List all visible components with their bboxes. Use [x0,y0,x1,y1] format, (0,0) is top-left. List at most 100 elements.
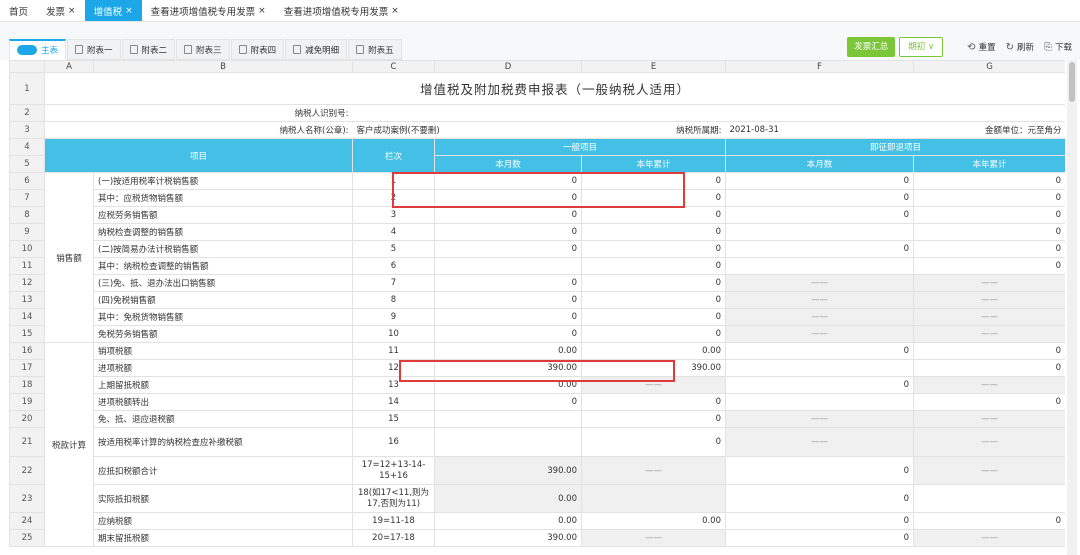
value-cell-e[interactable]: 0 [581,308,726,326]
value-cell-d[interactable]: 0 [434,291,582,309]
value-cell-g[interactable]: 0 [913,206,1065,224]
value-cell-f[interactable]: 0 [725,189,914,207]
top-tab-1[interactable]: 发票 × [37,0,85,21]
col-c-header[interactable]: C [352,60,435,73]
top-tab-4[interactable]: 查看进项增值税专用发票 × [275,0,408,21]
top-tab-0[interactable]: 首页 [0,0,37,21]
value-cell-d[interactable]: 0 [434,189,582,207]
value-cell-f[interactable]: —— [725,410,914,428]
value-cell-e[interactable]: 0 [581,291,726,309]
value-cell-f[interactable]: 0 [725,240,914,258]
value-cell-f[interactable]: 0 [725,172,914,190]
value-cell-f[interactable]: —— [725,325,914,343]
close-icon[interactable]: × [258,6,266,16]
value-cell-e[interactable]: 0 [581,172,726,190]
value-cell-e[interactable]: 0 [581,206,726,224]
value-cell-d[interactable]: 0 [434,240,582,258]
download-button[interactable]: ⎘ 下载 [1044,41,1072,53]
value-cell-g[interactable]: —— [913,376,1065,394]
value-cell-f[interactable]: 0 [725,342,914,360]
value-cell-e[interactable]: 0.00 [581,342,726,360]
top-tab-3[interactable]: 查看进项增值税专用发票 × [142,0,275,21]
value-cell-e[interactable]: 0.00 [581,512,726,530]
value-cell-f[interactable]: 0 [725,206,914,224]
value-cell-g[interactable]: 0 [913,342,1065,360]
value-cell-f[interactable] [725,223,914,241]
value-cell-g[interactable]: —— [913,308,1065,326]
period-dropdown[interactable]: 期初 ∨ [899,37,944,57]
col-e-header[interactable]: E [581,60,726,73]
sheet-tab-1[interactable]: 附表一 [67,39,121,60]
value-cell-f[interactable]: 0 [725,456,914,485]
refresh-button[interactable]: ↻ 刷新 [1006,41,1034,53]
value-cell-d[interactable]: 390.00 [434,456,582,485]
value-cell-g[interactable]: 0 [913,257,1065,275]
value-cell-e[interactable]: 390.00 [581,359,726,377]
value-cell-d[interactable] [434,427,582,457]
value-cell-e[interactable]: 0 [581,257,726,275]
value-cell-e[interactable]: 0 [581,393,726,411]
value-cell-d[interactable]: 0 [434,223,582,241]
value-cell-d[interactable]: 0 [434,308,582,326]
value-cell-e[interactable]: 0 [581,427,726,457]
value-cell-d[interactable]: 0 [434,172,582,190]
value-cell-g[interactable]: 0 [913,512,1065,530]
value-cell-d[interactable]: 0.00 [434,484,582,513]
value-cell-e[interactable]: 0 [581,240,726,258]
value-cell-g[interactable]: —— [913,325,1065,343]
close-icon[interactable]: × [125,6,133,16]
sheet-tab-4[interactable]: 附表四 [230,39,285,60]
value-cell-d[interactable]: 0 [434,325,582,343]
value-cell-f[interactable]: 0 [725,376,914,394]
sheet-tab-0[interactable]: 主表 [9,39,67,60]
corner-cell[interactable] [9,60,45,73]
value-cell-f[interactable] [725,393,914,411]
value-cell-g[interactable]: 0 [913,223,1065,241]
value-cell-e[interactable]: —— [581,376,726,394]
value-cell-f[interactable]: —— [725,427,914,457]
value-cell-g[interactable]: 0 [913,240,1065,258]
value-cell-f[interactable]: —— [725,308,914,326]
value-cell-e[interactable]: 0 [581,274,726,292]
value-cell-g[interactable]: —— [913,529,1065,547]
value-cell-f[interactable]: —— [725,274,914,292]
col-b-header[interactable]: B [93,60,353,73]
value-cell-f[interactable] [725,257,914,275]
sheet-tab-6[interactable]: 附表五 [348,39,402,60]
invoice-summary-button[interactable]: 发票汇总 [847,37,896,57]
taxpayer-id-value[interactable] [352,104,1065,122]
col-d-header[interactable]: D [434,60,582,73]
value-cell-g[interactable] [913,484,1065,513]
value-cell-d[interactable] [434,410,582,428]
col-f-header[interactable]: F [725,60,914,73]
value-cell-f[interactable]: 0 [725,529,914,547]
top-tab-2[interactable]: 增值税 × [84,0,142,21]
close-icon[interactable]: × [68,6,76,16]
vertical-scrollbar[interactable] [1067,60,1077,555]
close-icon[interactable]: × [391,6,399,16]
reset-button[interactable]: ⟲ 重置 [967,41,995,53]
value-cell-e[interactable]: 0 [581,223,726,241]
value-cell-g[interactable]: —— [913,274,1065,292]
sheet-tab-2[interactable]: 附表二 [121,39,176,60]
value-cell-g[interactable]: 0 [913,359,1065,377]
col-g-header[interactable]: G [913,60,1065,73]
value-cell-e[interactable] [581,484,726,513]
value-cell-f[interactable]: —— [725,291,914,309]
value-cell-d[interactable]: 390.00 [434,359,582,377]
col-a-header[interactable]: A [44,60,94,73]
value-cell-g[interactable]: 0 [913,189,1065,207]
value-cell-g[interactable]: —— [913,291,1065,309]
value-cell-d[interactable]: 0.00 [434,376,582,394]
value-cell-e[interactable]: —— [581,456,726,485]
value-cell-g[interactable]: —— [913,456,1065,485]
value-cell-e[interactable]: 0 [581,189,726,207]
value-cell-f[interactable]: 0 [725,484,914,513]
value-cell-d[interactable]: 0 [434,393,582,411]
value-cell-f[interactable] [725,359,914,377]
value-cell-g[interactable]: 0 [913,172,1065,190]
value-cell-d[interactable]: 0.00 [434,512,582,530]
value-cell-e[interactable]: 0 [581,410,726,428]
value-cell-e[interactable]: 0 [581,325,726,343]
value-cell-e[interactable]: —— [581,529,726,547]
